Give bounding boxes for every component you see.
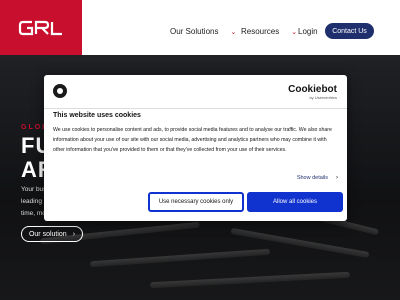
chevron-down-icon: ⌄ [291,28,298,36]
cookie-settings-icon[interactable] [53,84,67,98]
nav-our-solutions[interactable]: Our Solutions ⌄ [170,27,236,36]
site-header: Our Solutions ⌄ Resources ⌄ Login Contac… [0,0,400,55]
nav-login-label: Login [298,27,318,36]
show-details-label: Show details [296,175,328,181]
cookiebot-brand-sub: by Usercentrics [309,95,337,100]
cookie-dialog-title: This website uses cookies [53,112,141,119]
contact-us-button[interactable]: Contact Us [325,23,374,39]
nav-our-solutions-label: Our Solutions [170,27,219,36]
cookie-dialog-text: We use cookies to personalise content an… [53,127,332,153]
our-solution-button[interactable]: Our solution › [21,226,83,242]
allow-all-cookies-button[interactable]: Allow all cookies [247,192,343,212]
nav-login[interactable]: Login [298,27,318,36]
show-details-link[interactable]: Show details › [297,175,338,181]
logo[interactable] [0,0,82,55]
chevron-right-icon: › [336,175,338,181]
chevron-down-icon: ⌄ [230,28,237,36]
use-necessary-cookies-button[interactable]: Use necessary cookies only [148,192,244,212]
hero-body-line-3: time, mo [21,210,46,217]
grl-logo-icon [18,20,62,35]
chevron-right-icon: › [72,230,76,238]
nav-resources[interactable]: Resources ⌄ [241,27,297,36]
cookie-dialog-header: Cookiebot by Usercentrics [44,75,347,109]
our-solution-label: Our solution [28,230,67,238]
cookie-consent-dialog: Cookiebot by Usercentrics This website u… [44,75,347,221]
nav-resources-label: Resources [241,27,280,36]
cookiebot-brand: Cookiebot [288,84,337,95]
cookiebot-logo: Cookiebot by Usercentrics [288,84,337,100]
